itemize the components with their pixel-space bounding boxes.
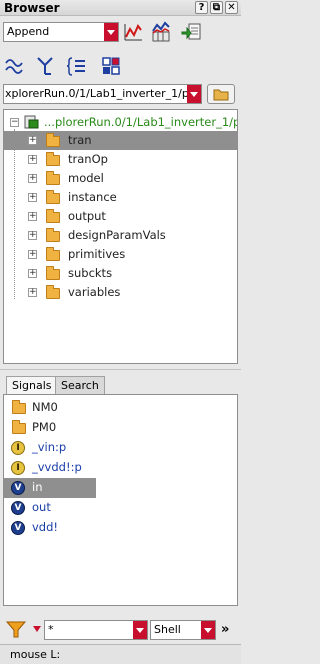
collapse-icon[interactable]: − [10,118,19,127]
filter-icon[interactable] [6,621,26,639]
expand-icon[interactable]: + [28,193,37,202]
tab-search[interactable]: Search [55,376,105,394]
mode-select-value: Append [7,25,50,38]
expand-icon[interactable]: + [28,136,37,145]
close-button[interactable]: ✕ [225,1,238,14]
filter-input-arrow-icon[interactable] [133,621,147,639]
current-signal-icon: I [11,441,25,455]
expand-icon[interactable]: + [28,231,37,240]
tree-item-subckts[interactable]: + subckts [4,264,237,283]
voltage-signal-icon: V [11,501,25,515]
title-bar: Browser ? ⧉ ✕ [0,0,241,16]
filter-bar: * Shell » [0,614,241,644]
plot-grid-icon[interactable] [150,21,172,43]
plot-icon[interactable] [122,21,144,43]
tree-item-primitives[interactable]: + primitives [4,245,237,264]
list-item[interactable]: V out [4,498,237,518]
tree-item-designparamvals[interactable]: + designParamVals [4,226,237,245]
folder-icon [46,228,60,242]
signal-label: out [32,500,51,514]
signal-label: vdd! [32,520,59,534]
shell-select-value: Shell [154,623,181,636]
path-dropdown-arrow-icon[interactable] [187,85,201,103]
folder-icon [12,420,26,434]
tree-item-label: model [68,171,104,185]
help-button[interactable]: ? [195,1,208,14]
shell-dropdown-arrow-icon[interactable] [201,621,215,639]
signals-list[interactable]: NM0 PM0 I _vin:p I _vvdd!:p V in V out V… [3,394,238,606]
tree-item-label: instance [68,190,117,204]
list-item-selected[interactable]: V in [4,478,96,498]
results-db-icon [24,115,39,129]
current-signal-icon: I [11,461,25,475]
settings-icon[interactable] [100,55,122,77]
folder-icon [12,400,26,414]
tree-panel[interactable]: − ...plorerRun.0/1/Lab1_inverter_1/psf +… [3,109,238,364]
tree-item-instance[interactable]: + instance [4,188,237,207]
open-folder-icon [213,89,229,101]
signal-label: _vvdd!:p [32,460,82,474]
expand-icon[interactable]: + [28,269,37,278]
filter-input[interactable]: * [44,620,148,640]
branch-icon[interactable] [34,55,56,77]
folder-icon [46,285,60,299]
expand-icon[interactable]: + [28,155,37,164]
tree-item-label: tranOp [68,152,108,166]
filter-dropdown-icon[interactable] [33,626,41,632]
folder-icon [46,171,60,185]
more-button[interactable]: » [221,622,229,637]
list-item[interactable]: V vdd! [4,518,237,538]
tree-item-output[interactable]: + output [4,207,237,226]
expand-icon[interactable]: + [28,174,37,183]
folder-icon [46,209,60,223]
tree-item-label: primitives [68,247,126,261]
signal-label: in [32,480,43,494]
shell-select[interactable]: Shell [150,620,216,640]
mode-dropdown-arrow-icon[interactable] [104,23,118,41]
tree-item-label: designParamVals [68,228,166,242]
status-text: mouse L: [10,648,61,661]
signal-label: NM0 [32,400,58,414]
expand-icon[interactable]: + [28,288,37,297]
tree-item-tran[interactable]: + tran [4,131,237,150]
list-item[interactable]: I _vvdd!:p [4,458,237,478]
folder-icon [46,266,60,280]
signal-label: PM0 [32,420,57,434]
tree-item-label: subckts [68,266,113,280]
folder-icon [46,247,60,261]
voltage-signal-icon: V [11,481,25,495]
folder-icon [46,152,60,166]
tree-item-label: variables [68,285,121,299]
export-icon[interactable] [180,21,202,43]
expand-icon[interactable]: + [28,212,37,221]
tab-signals[interactable]: Signals [6,376,58,395]
tree-item-model[interactable]: + model [4,169,237,188]
list-item[interactable]: I _vin:p [4,438,237,458]
status-bar: mouse L: [0,644,241,664]
tree-item-label: output [68,209,106,223]
waveform-icon[interactable] [4,55,26,77]
expand-icon[interactable]: + [28,250,37,259]
path-select[interactable]: xplorerRun.0/1/Lab1_inverter_1/psf [3,84,202,104]
tree-root-label: ...plorerRun.0/1/Lab1_inverter_1/psf [44,115,238,129]
folder-icon [46,190,60,204]
open-folder-button[interactable] [207,84,235,104]
tree-item-variables[interactable]: + variables [4,283,237,302]
window-title: Browser [4,1,60,15]
list-icon[interactable] [66,55,88,77]
path-select-value: xplorerRun.0/1/Lab1_inverter_1/psf [5,87,199,100]
tree-item-tranop[interactable]: + tranOp [4,150,237,169]
tree-root-row[interactable]: − ...plorerRun.0/1/Lab1_inverter_1/psf [4,113,237,132]
list-item[interactable]: PM0 [4,418,237,438]
list-item[interactable]: NM0 [4,398,237,418]
mode-select[interactable]: Append [3,22,119,42]
filter-input-value: * [48,623,54,636]
signal-label: _vin:p [32,440,67,454]
voltage-signal-icon: V [11,521,25,535]
folder-icon [46,133,60,147]
tree-item-label: tran [68,133,92,147]
panel-splitter[interactable] [0,369,241,372]
float-button[interactable]: ⧉ [210,1,223,14]
